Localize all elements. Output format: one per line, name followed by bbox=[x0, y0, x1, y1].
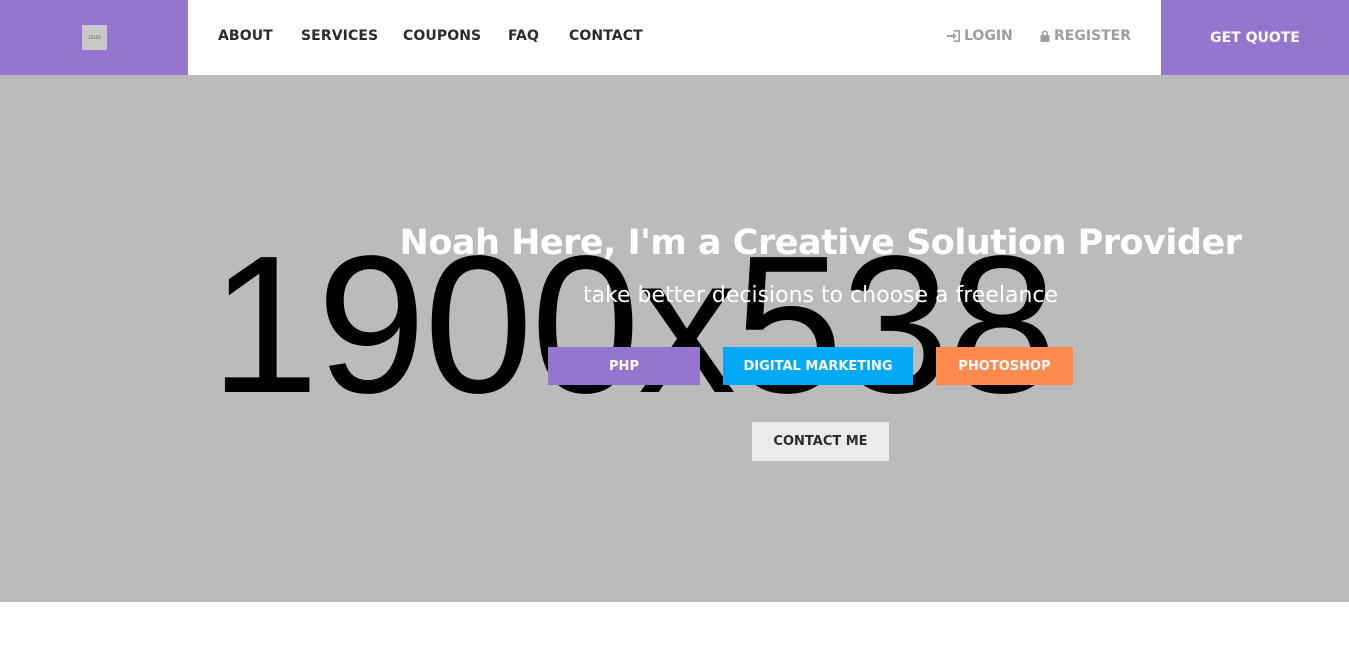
nav-coupons[interactable]: COUPONS bbox=[403, 28, 481, 44]
site-header: 25x25 ABOUT SERVICES COUPONS FAQ CONTACT… bbox=[0, 0, 1349, 75]
logo-area: 25x25 bbox=[0, 0, 188, 75]
register-link[interactable]: REGISTER bbox=[1040, 28, 1131, 44]
lock-icon bbox=[1040, 30, 1050, 42]
contact-me-button[interactable]: CONTACT ME bbox=[752, 422, 889, 461]
tag-photoshop-button[interactable]: PHOTOSHOP bbox=[936, 347, 1073, 385]
login-link[interactable]: LOGIN bbox=[947, 28, 1013, 44]
hero-title: Noah Here, I'm a Creative Solution Provi… bbox=[399, 223, 1242, 263]
get-quote-button[interactable]: GET QUOTE bbox=[1161, 0, 1349, 75]
nav-faq[interactable]: FAQ bbox=[508, 28, 539, 44]
tag-php-button[interactable]: PHP bbox=[548, 347, 700, 385]
register-label: REGISTER bbox=[1054, 28, 1132, 44]
hero-section: 1900x538 Noah Here, I'm a Creative Solut… bbox=[0, 75, 1349, 602]
hero-subtitle: take better decisions to choose a freela… bbox=[582, 283, 1059, 308]
tag-digital-marketing-button[interactable]: DIGITAL MARKETING bbox=[723, 347, 913, 385]
site-logo[interactable]: 25x25 bbox=[82, 25, 107, 50]
nav-about[interactable]: ABOUT bbox=[218, 28, 273, 44]
login-label: LOGIN bbox=[964, 28, 1013, 44]
sign-in-icon bbox=[947, 30, 960, 42]
nav-services[interactable]: SERVICES bbox=[301, 28, 378, 44]
nav-contact[interactable]: CONTACT bbox=[569, 28, 643, 44]
